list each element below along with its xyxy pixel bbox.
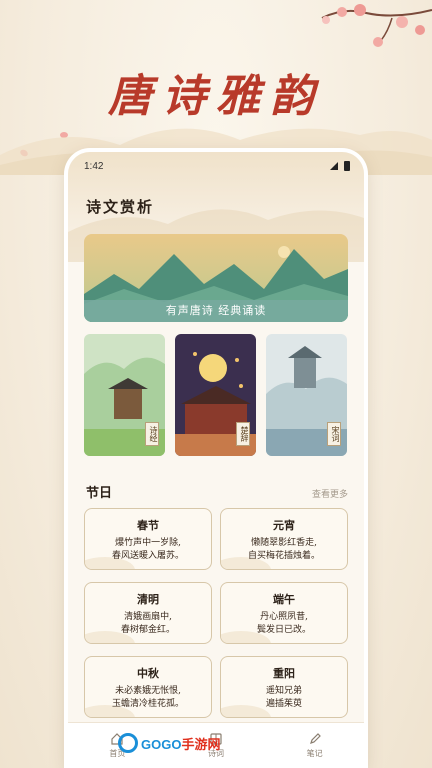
holiday-section-title: 节日 bbox=[86, 486, 113, 501]
phone-frame: 1:42 诗文赏析 有声唐诗 经典诵读 诗经 楚辞 宋词 节日 查看更多 春节 … bbox=[68, 152, 364, 768]
holiday-poem-card[interactable]: 中秋 未必素娥无怅恨, 玉蟾清冷桂花孤。 bbox=[84, 656, 212, 718]
category-card-songci[interactable]: 宋词 bbox=[266, 334, 347, 456]
holiday-poem-card[interactable]: 清明 清娥画扇中, 春树郁金红。 bbox=[84, 582, 212, 644]
holiday-poem-card[interactable]: 重阳 遥知兄弟 遍插茱萸 bbox=[220, 656, 348, 718]
audio-poems-banner[interactable]: 有声唐诗 经典诵读 bbox=[84, 234, 348, 322]
poem-line: 玉蟾清冷桂花孤。 bbox=[111, 699, 184, 709]
holiday-poem-card[interactable]: 春节 爆竹声中一岁除, 春风送暖入屠苏。 bbox=[84, 508, 212, 570]
status-time: 1:42 bbox=[84, 160, 104, 172]
poem-line: 清娥画扇中, bbox=[124, 612, 172, 622]
watermark-text: GOGO手游网 bbox=[141, 736, 221, 752]
poem-line: 遥知兄弟 bbox=[265, 686, 302, 696]
poem-line: 自买梅花插烛着。 bbox=[247, 551, 320, 561]
site-watermark: GOGO手游网 bbox=[118, 728, 238, 758]
poem-line: 春风送暖入屠苏。 bbox=[111, 551, 184, 561]
poem-holiday-name: 春节 bbox=[137, 519, 159, 532]
category-tag: 楚辞 bbox=[236, 422, 250, 446]
signal-icon bbox=[330, 162, 338, 170]
battery-icon bbox=[344, 161, 350, 171]
poem-line: 丹心照夙昔, bbox=[260, 612, 308, 622]
tab-notes[interactable]: 笔记 bbox=[307, 732, 323, 759]
poem-line: 鬓发日已改。 bbox=[256, 625, 311, 635]
category-card-shijing[interactable]: 诗经 bbox=[84, 334, 165, 456]
pen-icon bbox=[309, 733, 321, 744]
status-bar: 1:42 bbox=[68, 152, 364, 180]
holiday-poem-card[interactable]: 端午 丹心照夙昔, 鬓发日已改。 bbox=[220, 582, 348, 644]
watermark-logo-icon bbox=[118, 733, 138, 753]
category-tag: 宋词 bbox=[327, 422, 341, 446]
category-tag: 诗经 bbox=[145, 422, 159, 446]
banner-caption: 有声唐诗 经典诵读 bbox=[84, 300, 348, 322]
promo-title: 唐诗雅韵 bbox=[108, 71, 324, 122]
page-title: 诗文赏析 bbox=[86, 198, 155, 216]
poem-holiday-name: 端午 bbox=[273, 593, 295, 606]
poem-line: 爆竹声中一岁除, bbox=[115, 538, 181, 548]
poem-line: 未必素娥无怅恨, bbox=[115, 686, 181, 696]
see-more-link[interactable]: 查看更多 bbox=[312, 487, 348, 500]
tab-label: 笔记 bbox=[306, 749, 323, 758]
poem-line: 遍插茱萸 bbox=[265, 699, 302, 709]
poem-holiday-name: 清明 bbox=[137, 593, 159, 606]
poem-holiday-name: 中秋 bbox=[137, 667, 159, 680]
poem-line: 春树郁金红。 bbox=[120, 625, 175, 635]
poem-holiday-name: 重阳 bbox=[273, 667, 295, 680]
holiday-section-header: 节日 查看更多 bbox=[86, 482, 348, 501]
category-card-chuci[interactable]: 楚辞 bbox=[175, 334, 256, 456]
holiday-poem-card[interactable]: 元宵 懒随翠影红香走, 自买梅花插烛着。 bbox=[220, 508, 348, 570]
poem-line: 懒随翠影红香走, bbox=[251, 538, 317, 548]
poem-holiday-name: 元宵 bbox=[273, 519, 295, 532]
